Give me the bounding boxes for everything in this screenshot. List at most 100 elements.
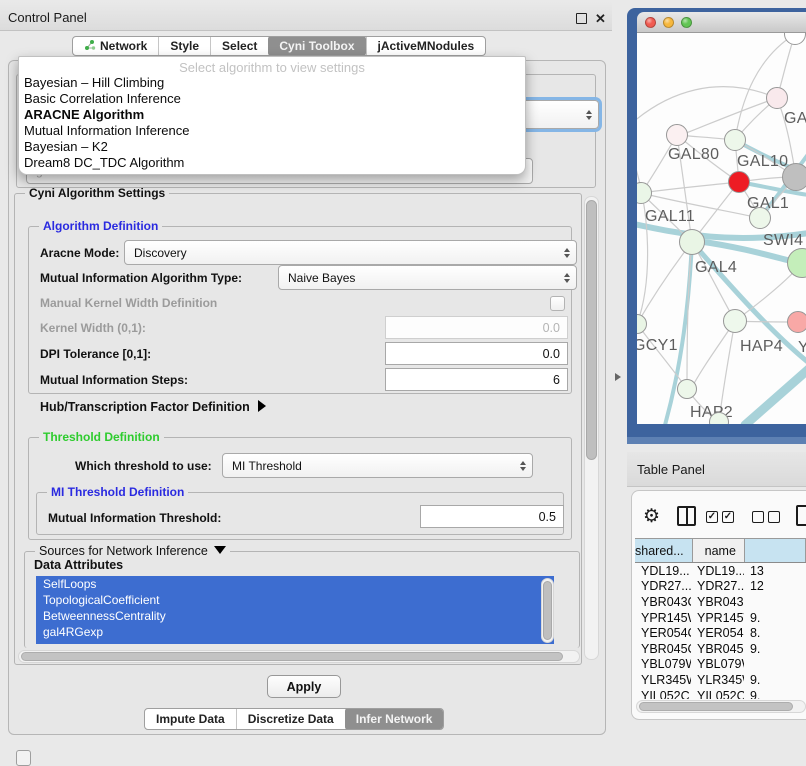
algorithm-option[interactable]: Bayesian – Hill Climbing [19,75,525,91]
table-hscrollbar-thumb[interactable] [639,702,793,711]
table-cell: 9. [744,642,806,656]
table-cell: 12 [744,579,806,593]
tab-select[interactable]: Select [210,37,268,55]
network-window-titlebar[interactable] [637,12,806,33]
table-row[interactable]: YIL052CYIL052C9. [635,688,806,699]
network-node[interactable] [787,311,806,333]
network-node[interactable] [666,124,688,146]
attribute-item[interactable]: SelfLoops [36,576,554,592]
tab-network[interactable]: Network [73,37,158,55]
unchecked-checkbox-icon[interactable] [768,511,780,523]
table-cell: YDL19... [691,564,744,578]
tab-cyni-toolbox[interactable]: Cyni Toolbox [268,36,365,56]
algorithm-option[interactable]: Mutual Information Inference [19,123,525,139]
network-node[interactable] [728,171,750,193]
tab-discretize-data[interactable]: Discretize Data [236,709,345,729]
algorithm-option[interactable]: ARACNE Algorithm [19,107,525,123]
table-cell: YER054C [691,626,744,640]
attributes-scrollbar-thumb[interactable] [543,581,552,640]
aracne-mode-combo[interactable]: Discovery [124,240,577,265]
kernel-width-label: Kernel Width (0,1): [40,321,146,335]
table-cell: YPR145W [635,611,691,625]
corner-widget[interactable] [16,750,31,766]
network-node[interactable] [749,207,771,229]
stepper-icon [564,248,570,258]
table-panel-titlebar: Table Panel [627,452,806,487]
network-node[interactable] [677,379,697,399]
mi-type-combo[interactable]: Naive Bayes [278,265,577,290]
table-row[interactable]: YLR345WYLR345W9. [635,672,806,688]
minimize-traffic-light-icon[interactable] [663,17,674,28]
column-header[interactable] [745,539,806,562]
table-cell: 9. [744,689,806,699]
network-node[interactable] [766,87,788,109]
settings-scrollbar-thumb[interactable] [586,200,597,460]
manual-kernel-checkbox[interactable] [550,296,565,311]
tab-label: Infer Network [356,712,433,726]
tab-label: Impute Data [156,712,225,726]
network-node[interactable] [782,163,806,191]
attribute-item[interactable]: TopologicalCoefficient [36,592,554,608]
page-icon[interactable] [796,505,806,526]
table-hscrollbar[interactable] [636,700,806,713]
network-node[interactable] [724,129,746,151]
settings-hscrollbar[interactable] [18,650,580,663]
collapse-down-icon [214,546,226,554]
checked-checkbox-icon[interactable]: ✓ [722,511,734,523]
algorithm-dropdown-placeholder: Select algorithm to view settings [19,57,525,75]
split-view-icon[interactable] [677,506,696,526]
dpi-tolerance-field[interactable]: 0.0 [385,342,568,365]
table-row[interactable]: YBL079WYBL079W [635,657,806,673]
table-row[interactable]: YDR27...YDR27...12 [635,579,806,595]
attribute-item[interactable]: BetweennessCentrality [36,608,554,624]
hub-definition-toggle[interactable]: Hub/Transcription Factor Definition [40,400,266,414]
checked-checkbox-icon[interactable]: ✓ [706,511,718,523]
attribute-item[interactable]: gal4RGexp [36,624,554,640]
bottom-tabbar: Impute Data Discretize Data Infer Network [144,708,444,730]
data-attributes-list[interactable]: SelfLoopsTopologicalCoefficientBetweenne… [36,576,554,644]
column-header[interactable]: shared... [635,539,693,562]
network-node[interactable] [679,229,705,255]
close-traffic-light-icon[interactable] [645,17,656,28]
settings-hscrollbar-thumb[interactable] [21,652,563,661]
cyni-settings-title: Cyni Algorithm Settings [25,186,169,200]
algorithm-option[interactable]: Dream8 DC_TDC Algorithm [19,155,525,171]
gear-icon[interactable]: ⚙ [643,507,660,526]
settings-scrollbar[interactable] [584,196,599,660]
table-row[interactable]: YBR045CYBR045C9. [635,641,806,657]
tab-label: Select [222,39,257,53]
which-threshold-combo[interactable]: MI Threshold [222,453,533,478]
kernel-width-field[interactable]: 0.0 [385,316,568,339]
network-node[interactable] [723,309,747,333]
network-frame-shade [627,437,806,444]
tab-jactivemnodules[interactable]: jActiveMNodules [366,37,486,55]
tab-label: Network [100,39,147,53]
mi-type-value: Naive Bayes [288,271,355,285]
table-row[interactable]: YDL19...YDL19...13 [635,563,806,579]
close-icon[interactable]: ✕ [595,13,606,24]
float-window-icon[interactable] [576,13,587,24]
table-row[interactable]: YBR043CYBR043C [635,594,806,610]
table-cell: YER054C [635,626,691,640]
table-cell: YIL052C [691,689,744,699]
table-cell: YBL079W [691,657,744,671]
table-header[interactable]: shared...name [635,538,806,563]
apply-label: Apply [287,680,322,694]
zoom-traffic-light-icon[interactable] [681,17,692,28]
sources-group-title[interactable]: Sources for Network Inference [35,544,230,558]
mi-threshold-field[interactable]: 0.5 [420,505,564,528]
column-header[interactable]: name [693,539,745,562]
algorithm-option[interactable]: Basic Correlation Inference [19,91,525,107]
unchecked-checkbox-icon[interactable] [752,511,764,523]
tab-impute-data[interactable]: Impute Data [145,709,236,729]
algorithm-option[interactable]: Bayesian – K2 [19,139,525,155]
tab-style[interactable]: Style [158,37,210,55]
attributes-scrollbar[interactable] [541,578,554,643]
tab-infer-network[interactable]: Infer Network [345,708,444,730]
table-row[interactable]: YER054CYER054C8. [635,625,806,641]
network-canvas[interactable]: GALGAL80GAL10GAL1GAL11SWI4GAL4GCY1HAP4YH… [637,33,806,424]
splitter-arrow-icon[interactable] [615,373,621,381]
apply-button[interactable]: Apply [267,675,341,698]
table-row[interactable]: YPR145WYPR145W9. [635,610,806,626]
mi-steps-field[interactable]: 6 [385,368,568,391]
